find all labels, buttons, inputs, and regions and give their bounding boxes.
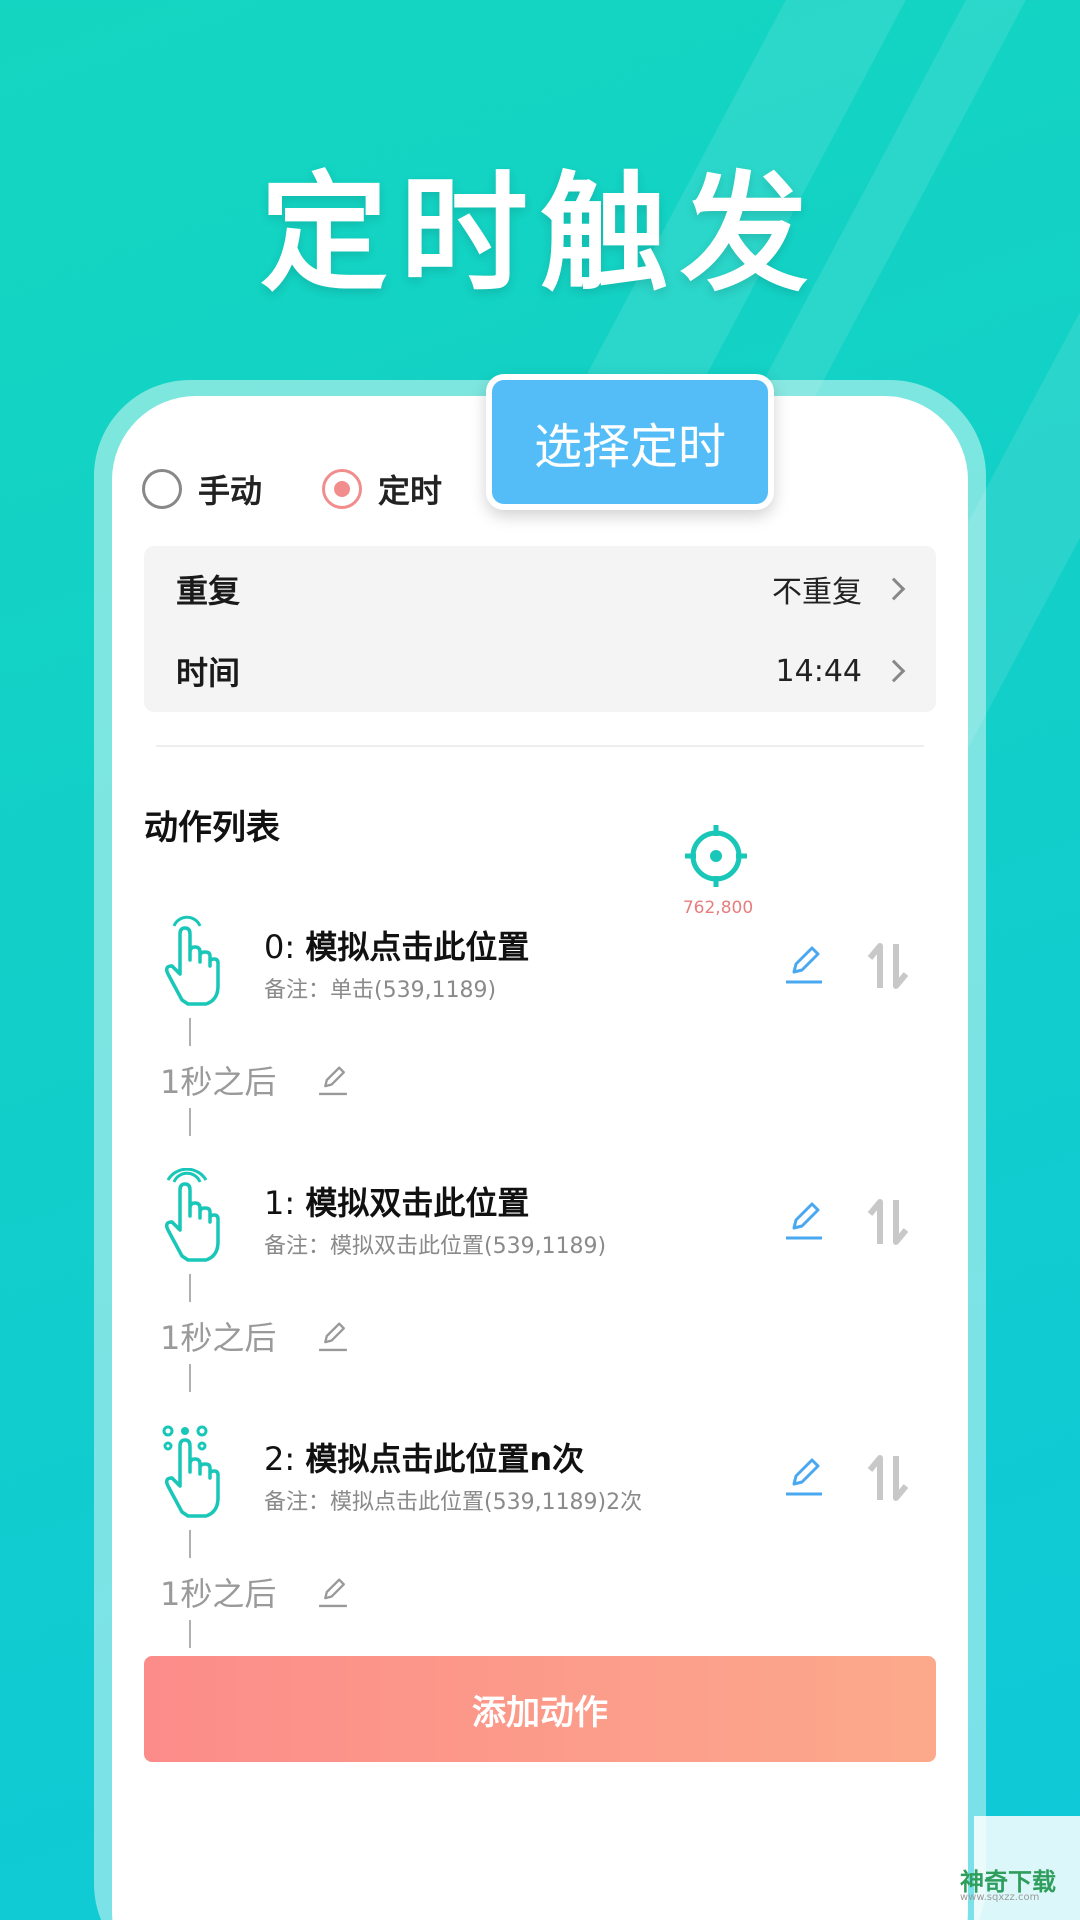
action-name: 模拟点击此位置n次 xyxy=(305,1440,585,1478)
edit-delay-icon[interactable] xyxy=(316,1319,350,1353)
timeline-connector xyxy=(189,1364,191,1392)
timeline-connector xyxy=(189,1530,191,1558)
action-index: 0: xyxy=(264,928,296,966)
repeat-value-wrap: 不重复 xyxy=(772,567,906,611)
crosshair-target-icon[interactable] xyxy=(684,824,748,888)
action-note: 备注：模拟点击此位置(539,1189)2次 xyxy=(264,1490,643,1515)
delay-label: 1秒之后 xyxy=(160,1319,277,1357)
edit-icon[interactable] xyxy=(784,1198,824,1242)
timed-radio[interactable] xyxy=(322,469,363,509)
timer-settings-panel: 重复 不重复 时间 14:44 xyxy=(144,546,936,712)
add-action-button[interactable]: 添加动作 xyxy=(144,1656,936,1762)
delay-label: 1秒之后 xyxy=(160,1063,277,1101)
manual-label[interactable]: 手动 xyxy=(198,466,262,512)
time-row[interactable]: 时间 14:44 xyxy=(176,646,906,696)
action-note: 备注：单击(539,1189) xyxy=(264,978,497,1003)
timed-label[interactable]: 定时 xyxy=(378,466,442,512)
sort-icon[interactable] xyxy=(866,1198,910,1246)
action-title: 2: 模拟点击此位置n次 xyxy=(264,1434,584,1480)
chevron-right-icon xyxy=(882,577,906,601)
repeat-label: 重复 xyxy=(176,572,241,610)
delay-label: 1秒之后 xyxy=(160,1575,277,1613)
action-note: 备注：模拟双击此位置(539,1189) xyxy=(264,1234,607,1259)
action-index: 1: xyxy=(264,1184,296,1222)
edit-icon[interactable] xyxy=(784,1454,824,1498)
repeat-row[interactable]: 重复 不重复 xyxy=(176,564,906,614)
trigger-mode-group: 手动 定时 xyxy=(142,466,442,512)
edit-delay-icon[interactable] xyxy=(316,1063,350,1097)
action-item: 0: 模拟点击此位置 备注：单击(539,1189) xyxy=(144,912,944,1022)
delay-row[interactable]: 1秒之后 xyxy=(160,1313,350,1359)
time-value-wrap: 14:44 xyxy=(775,653,906,689)
watermark-sub: www.sqxzz.com xyxy=(960,1892,1040,1903)
time-label: 时间 xyxy=(176,654,241,692)
hero-title: 定时触发 xyxy=(259,160,820,309)
action-title: 1: 模拟双击此位置 xyxy=(264,1178,529,1224)
action-item: 2: 模拟点击此位置n次 备注：模拟点击此位置(539,1189)2次 xyxy=(144,1424,944,1534)
action-index: 2: xyxy=(264,1440,296,1478)
action-title: 0: 模拟点击此位置 xyxy=(264,922,529,968)
sort-icon[interactable] xyxy=(866,1454,910,1502)
chevron-right-icon xyxy=(882,659,906,683)
divider xyxy=(156,745,924,747)
timeline-connector xyxy=(189,1274,191,1302)
action-item: 1: 模拟双击此位置 备注：模拟双击此位置(539,1189) xyxy=(144,1168,944,1278)
delay-row[interactable]: 1秒之后 xyxy=(160,1057,350,1103)
multi-tap-hand-icon xyxy=(162,1425,220,1518)
time-value: 14:44 xyxy=(775,653,862,689)
double-tap-hand-icon xyxy=(164,1168,220,1262)
timeline-connector xyxy=(189,1018,191,1046)
action-name: 模拟双击此位置 xyxy=(305,1184,530,1222)
select-timer-callout[interactable]: 选择定时 xyxy=(486,374,774,510)
sort-icon[interactable] xyxy=(866,942,910,990)
tap-hand-icon xyxy=(164,915,220,1006)
repeat-value: 不重复 xyxy=(772,575,862,610)
delay-row[interactable]: 1秒之后 xyxy=(160,1569,350,1615)
manual-radio[interactable] xyxy=(142,469,182,509)
action-list-title: 动作列表 xyxy=(144,808,280,848)
timeline-connector xyxy=(189,1108,191,1136)
action-name: 模拟点击此位置 xyxy=(305,928,530,966)
edit-delay-icon[interactable] xyxy=(316,1575,350,1609)
timeline-connector xyxy=(189,1620,191,1648)
edit-icon[interactable] xyxy=(784,942,824,986)
